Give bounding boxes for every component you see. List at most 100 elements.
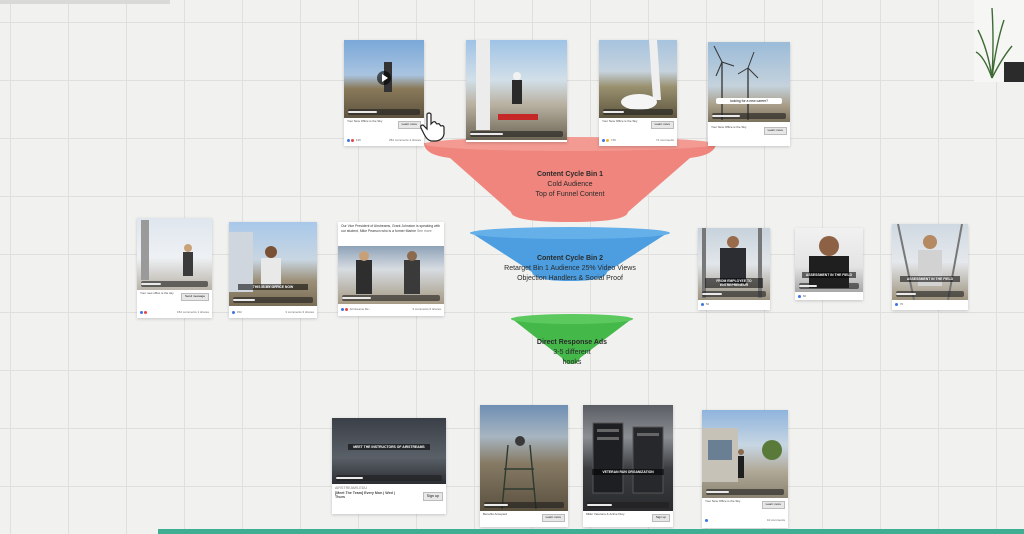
ad-card-top-3[interactable]: Your New Office is the Sky Learn more 74… — [599, 40, 677, 146]
funnel-tier-2-title: Content Cycle Bin 2 — [536, 255, 604, 262]
video-progress-bar[interactable] — [484, 502, 564, 508]
ad-video-thumbnail[interactable] — [702, 410, 788, 498]
ad-card-bottom-4[interactable]: Your New Office is the Sky Learn more 10… — [702, 410, 788, 528]
reaction-count: Airstreams Re... — [349, 307, 372, 311]
reaction-row: Airstreams Re... 3 comments 6 shares — [341, 307, 441, 311]
ad-meta: AIRSTREAMS.EDU [Meet The Team] Every Mon… — [335, 486, 443, 501]
ad-video-thumbnail[interactable]: MEET THE INSTRUCTORS OF AIRSTREAMS — [332, 418, 446, 484]
ad-meta: Your New Office is the Sky Learn more — [602, 119, 674, 129]
reaction-row: 50 — [701, 302, 767, 306]
ad-card-top-1[interactable]: Your New Office is the Sky Learn more 13… — [344, 40, 424, 146]
video-progress-bar[interactable] — [141, 281, 208, 287]
ad-meta: Your new office is the sky Send message — [140, 291, 209, 301]
ad-overlay-text: VETERAN RUN ORGANIZATION — [592, 469, 664, 475]
comment-count: 71 comments — [655, 138, 674, 142]
funnel-tier-2-top — [470, 227, 670, 239]
ad-headline: [Meet The Team] Every Mon | Wed | Thurs — [335, 490, 395, 500]
video-progress-bar[interactable] — [896, 291, 964, 297]
video-progress-bar[interactable] — [712, 113, 786, 119]
ad-video-thumbnail[interactable] — [480, 405, 568, 511]
learn-more-button[interactable]: Learn more — [763, 127, 787, 135]
ad-overlay-text: ASSESSMENT IN THE FIELD — [801, 272, 857, 278]
ad-card-mid-right-1[interactable]: FROM EMPLOYEE TO ENTREPRENEUR 50 — [698, 228, 770, 310]
reaction-row: 70 — [895, 302, 965, 306]
ad-page-name: Benefits Accepted — [483, 512, 508, 516]
play-icon[interactable] — [344, 40, 424, 118]
reaction-row: 152 comments 1 shares — [140, 310, 209, 314]
learn-more-button[interactable]: Learn more — [761, 501, 785, 509]
video-progress-bar[interactable] — [342, 295, 440, 301]
ad-meta: Your New Office is the Sky Learn more — [711, 125, 787, 135]
ad-video-thumbnail[interactable] — [599, 40, 677, 118]
ad-card-bottom-2[interactable]: Benefits Accepted Learn more — [480, 405, 568, 527]
video-progress-bar[interactable] — [799, 283, 859, 289]
reaction-count: 50 — [705, 302, 710, 306]
sign-up-button[interactable]: Sign up — [651, 514, 670, 522]
video-progress-bar[interactable] — [603, 109, 673, 115]
person-graphic — [229, 232, 281, 292]
see-more-link[interactable]: See more — [417, 229, 432, 233]
learn-more-button[interactable]: Learn more — [397, 121, 421, 129]
ad-page-name: Your New Office is the Sky — [347, 119, 383, 123]
comment-count: 3 comments 6 shares — [412, 307, 441, 311]
funnel-tier-1-text: Content Cycle Bin 1 Cold Audience Top of… — [470, 170, 670, 200]
ad-meta: Benefits Accepted Learn more — [483, 512, 565, 522]
funnel-tier-1-line1: Cold Audience — [547, 181, 593, 189]
video-progress-bar[interactable] — [348, 109, 420, 115]
ad-video-thumbnail[interactable]: THIS IS MY OFFICE NOW — [229, 222, 317, 306]
video-progress-bar[interactable] — [470, 131, 563, 137]
ad-page-name: Miller Veterans & Active Duty — [586, 512, 625, 516]
ad-card-top-2[interactable] — [466, 40, 567, 142]
ad-video-thumbnail[interactable]: ASSESSMENT IN THE FIELD — [892, 224, 968, 300]
wind-turbines-graphic — [713, 45, 759, 120]
ad-video-thumbnail[interactable] — [137, 218, 212, 290]
learn-more-button[interactable]: Learn more — [541, 514, 565, 522]
learn-more-button[interactable]: Learn more — [650, 121, 674, 129]
ad-card-mid-left-1[interactable]: Your new office is the sky Send message … — [137, 218, 212, 318]
ad-card-mid-right-2[interactable]: ASSESSMENT IN THE FIELD 82 — [795, 228, 863, 300]
sign-up-button[interactable]: Sign up — [422, 492, 443, 501]
ad-card-mid-right-3[interactable]: ASSESSMENT IN THE FIELD 70 — [892, 224, 968, 310]
funnel-tier-1-line2: Top of Funnel Content — [535, 191, 605, 199]
turbine-worker-graphic — [476, 40, 538, 130]
ad-video-thumbnail[interactable]: VETERAN RUN ORGANIZATION — [583, 405, 673, 511]
ad-video-thumbnail[interactable] — [338, 246, 444, 304]
ad-meta: Miller Veterans & Active Duty Sign up — [586, 512, 670, 522]
ad-page-name: Your New Office is the Sky — [705, 499, 741, 503]
video-progress-bar[interactable] — [587, 502, 669, 508]
video-progress-bar[interactable] — [336, 475, 442, 481]
ad-post-text: Our Vice President of Airstreams, Grant … — [341, 224, 441, 233]
ad-card-top-4[interactable]: looking for a new career? Your New Offic… — [708, 42, 790, 146]
ad-video-thumbnail[interactable] — [466, 40, 567, 140]
ad-card-bottom-3[interactable]: VETERAN RUN ORGANIZATION Miller Veterans… — [583, 405, 673, 527]
funnel-tier-3-text: Direct Response Ads 3-5 different hooks — [522, 338, 622, 368]
comment-count: 3 comments 3 shares — [285, 310, 314, 314]
video-progress-bar[interactable] — [706, 489, 784, 495]
ad-card-bottom-1[interactable]: MEET THE INSTRUCTORS OF AIRSTREAMS AIRST… — [332, 418, 446, 514]
ad-card-mid-left-2[interactable]: THIS IS MY OFFICE NOW 152 3 comments 3 s… — [229, 222, 317, 318]
bottom-bar — [158, 529, 1024, 534]
video-progress-bar[interactable] — [233, 297, 313, 303]
building-person-graphic — [702, 428, 782, 482]
ad-video-thumbnail[interactable]: ASSESSMENT IN THE FIELD — [795, 228, 863, 292]
video-progress-bar[interactable] — [702, 291, 766, 297]
comment-count: 252 comments 4 shares — [388, 138, 421, 142]
ad-overlay-text: looking for a new career? — [716, 98, 782, 104]
ad-video-thumbnail[interactable]: looking for a new career? — [708, 42, 790, 122]
funnel-tier-1-title: Content Cycle Bin 1 — [536, 171, 604, 178]
funnel-tier-2-line2: Objection Handlers & Social Proof — [517, 275, 623, 283]
ad-overlay-text: MEET THE INSTRUCTORS OF AIRSTREAMS — [347, 444, 431, 450]
reaction-row: 136 252 comments 4 shares — [347, 138, 421, 142]
comment-count: 10 comments — [766, 518, 785, 522]
send-message-button[interactable]: Send message — [180, 293, 209, 301]
worker-tower-graphic — [501, 436, 537, 510]
ad-card-mid-left-3[interactable]: Our Vice President of Airstreams, Grant … — [338, 222, 444, 316]
reaction-count: 746 — [610, 138, 616, 142]
ad-overlay-text: ASSESSMENT IN THE FIELD — [899, 276, 961, 282]
ad-video-thumbnail[interactable]: FROM EMPLOYEE TO ENTREPRENEUR — [698, 228, 770, 300]
ad-overlay-text: THIS IS MY OFFICE NOW — [237, 284, 309, 290]
worker-graphic — [141, 220, 193, 280]
ad-video-thumbnail[interactable] — [344, 40, 424, 118]
comment-count: 152 comments 1 shares — [176, 310, 209, 314]
funnel-tier-3-line1: 3-5 different — [553, 349, 591, 357]
